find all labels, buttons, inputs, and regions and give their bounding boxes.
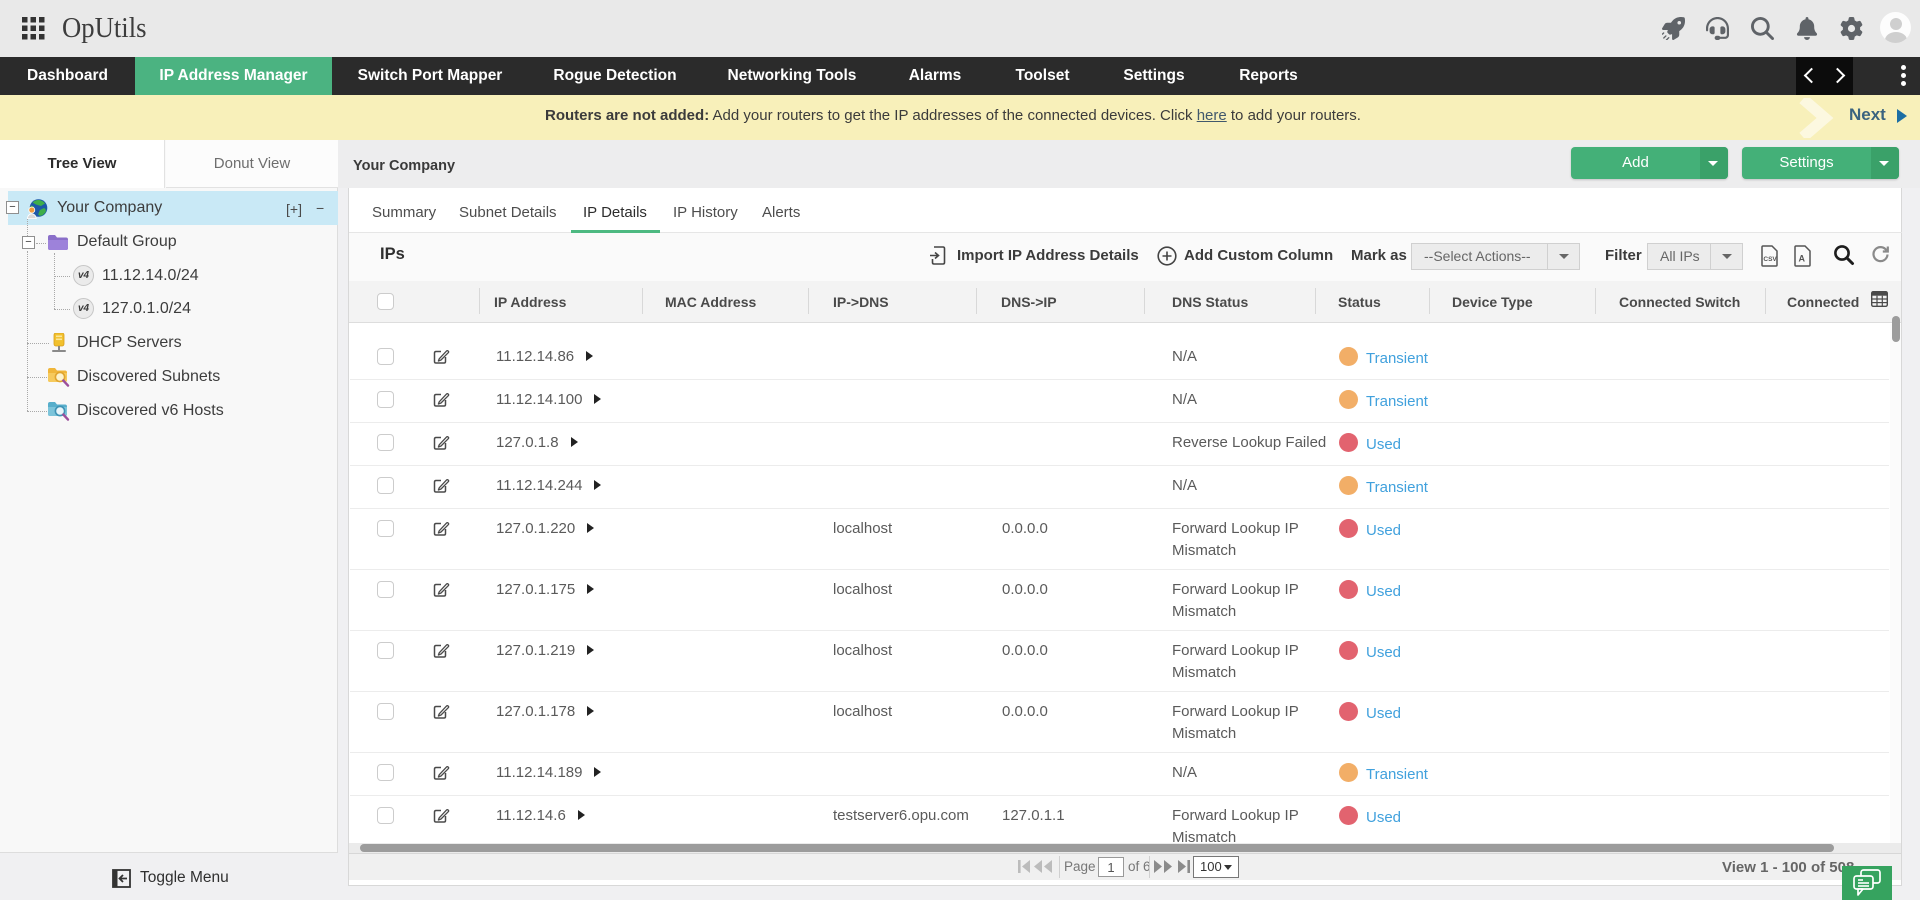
svg-text:A: A: [1799, 254, 1806, 264]
svg-text:CSV: CSV: [1763, 256, 1777, 263]
